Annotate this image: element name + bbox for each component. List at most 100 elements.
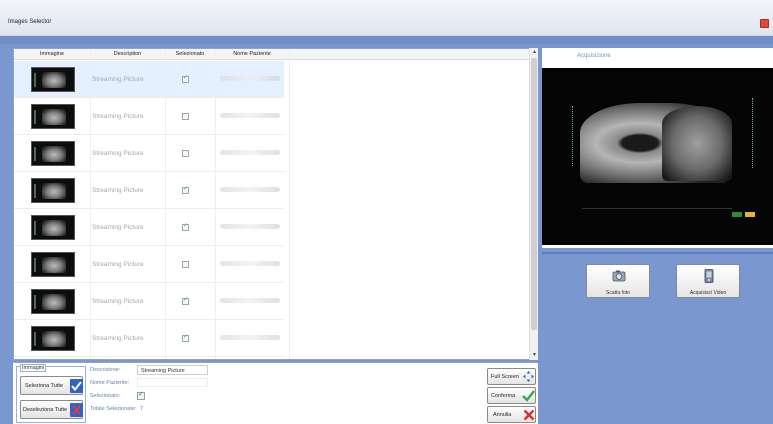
- table-row[interactable]: Streaming Picture: [14, 283, 284, 320]
- seleziona-tutte-button[interactable]: Seleziona Tutte: [20, 376, 83, 395]
- table-row[interactable]: Streaming Picture: [14, 135, 284, 172]
- row-patient-name: [220, 187, 280, 192]
- acquisition-panel: Acquisizione: [542, 48, 773, 248]
- thumbnail-scale: [34, 258, 36, 272]
- thumbnail-image: [31, 104, 75, 129]
- table-row[interactable]: Streaming Picture: [14, 246, 284, 283]
- capture-actions: Scatta foto Acquisisci Video: [542, 252, 773, 424]
- row-selected-checkbox[interactable]: [182, 261, 189, 268]
- row-patient-name: [220, 150, 280, 155]
- row-description: Streaming Picture: [92, 261, 144, 268]
- image-grid: Immagine Description Selezionato Nome Pa…: [13, 48, 538, 360]
- full-screen-label: Full Screen: [491, 374, 519, 380]
- thumbnail-image: [31, 252, 75, 277]
- table-row[interactable]: Streaming Picture: [14, 172, 284, 209]
- row-description: Streaming Picture: [92, 224, 144, 231]
- row-selected-checkbox[interactable]: [182, 333, 189, 342]
- thumbnail-scan: [42, 109, 66, 125]
- thumbnail-scan: [42, 146, 66, 162]
- row-selected-checkbox[interactable]: [182, 113, 189, 120]
- col-nome-paziente[interactable]: Nome Paziente: [215, 51, 289, 57]
- thumbnail-scale: [34, 73, 36, 87]
- gain-scale: [752, 98, 762, 168]
- row-description: Streaming Picture: [92, 150, 144, 157]
- window-title: Images Selector: [8, 19, 52, 25]
- deseleziona-tutte-label: Deseleziona Tutte: [23, 407, 68, 413]
- row-description: Streaming Picture: [92, 335, 144, 342]
- row-selected-checkbox[interactable]: [182, 185, 189, 194]
- scroll-down-icon[interactable]: ▼: [531, 352, 538, 359]
- table-row[interactable]: Streaming Picture: [14, 209, 284, 246]
- thumbnail-scan: [42, 72, 66, 88]
- annulla-button[interactable]: Annulla: [487, 406, 536, 423]
- title-bar: Images Selector: [0, 0, 773, 36]
- thumbnail-image: [31, 326, 75, 351]
- checkmark-icon: [70, 379, 83, 393]
- row-selected-checkbox[interactable]: [182, 74, 189, 83]
- ultrasound-preview: [542, 68, 773, 245]
- scroll-up-icon[interactable]: ▲: [531, 49, 538, 56]
- conferma-button[interactable]: Conferma: [487, 387, 536, 404]
- descrizione-field[interactable]: Streaming Picture: [137, 365, 208, 375]
- row-patient-name: [220, 335, 280, 340]
- descrizione-value: Streaming Picture: [141, 368, 185, 374]
- bottom-bar: Immagini Seleziona Tutte Deseleziona Tut…: [13, 362, 538, 424]
- seleziona-tutte-label: Seleziona Tutte: [25, 383, 63, 389]
- uncheck-icon: [70, 403, 83, 417]
- table-row[interactable]: Streaming Picture: [14, 320, 284, 357]
- row-description: Streaming Picture: [92, 76, 144, 83]
- col-description[interactable]: Description: [90, 51, 165, 57]
- thumbnail-scan: [42, 183, 66, 199]
- descrizione-label: Descrizione:: [90, 367, 121, 373]
- thumbnail-image: [31, 141, 75, 166]
- row-selected-checkbox[interactable]: [182, 296, 189, 305]
- thumbnail-scale: [34, 184, 36, 198]
- col-divider: [289, 49, 290, 359]
- immagini-group: Immagini Seleziona Tutte Deseleziona Tut…: [16, 364, 86, 423]
- table-row[interactable]: Streaming Picture: [14, 98, 284, 135]
- scatta-foto-label: Scatta foto: [606, 290, 630, 296]
- check-icon: ✓: [138, 391, 144, 398]
- acquisisci-video-label: Acquisisci Video: [689, 290, 727, 296]
- nome-paziente-label: Nome Paziente:: [90, 380, 130, 386]
- col-selezionato[interactable]: Selezionato: [165, 51, 215, 57]
- grid-header: Immagine Description Selezionato Nome Pa…: [14, 49, 530, 60]
- row-selected-checkbox[interactable]: [182, 222, 189, 231]
- nome-paziente-field[interactable]: [137, 378, 208, 387]
- thumbnail-scale: [34, 147, 36, 161]
- depth-scale: [572, 106, 576, 166]
- thumbnail-image: [31, 67, 75, 92]
- thumbnail-scale: [34, 332, 36, 346]
- thumbnail-scan: [42, 331, 66, 347]
- row-patient-name: [220, 76, 280, 81]
- row-selected-checkbox[interactable]: [182, 150, 189, 157]
- deseleziona-tutte-button[interactable]: Deseleziona Tutte: [20, 400, 83, 419]
- ultrasound-image-right: [662, 106, 732, 181]
- table-row[interactable]: Streaming Picture: [14, 61, 284, 98]
- confirm-check-icon: [522, 390, 535, 402]
- thumbnail-scale: [34, 295, 36, 309]
- thumbnail-scan: [42, 220, 66, 236]
- thumbnail-scan: [42, 257, 66, 273]
- full-screen-button[interactable]: Full Screen: [487, 368, 536, 385]
- probe-badge: [745, 212, 755, 217]
- video-icon: [704, 269, 714, 283]
- col-immagine[interactable]: Immagine: [14, 51, 90, 57]
- status-badge: [732, 212, 742, 217]
- grid-scrollbar[interactable]: ▲ ▼: [529, 48, 538, 360]
- scroll-thumb[interactable]: [531, 58, 537, 330]
- row-description: Streaming Picture: [92, 187, 144, 194]
- measure-bar: [582, 208, 732, 214]
- row-patient-name: [220, 224, 280, 229]
- acquisisci-video-button[interactable]: Acquisisci Video: [676, 264, 740, 298]
- close-button[interactable]: [760, 19, 769, 28]
- conferma-label: Conferma: [491, 393, 516, 399]
- thumbnail-image: [31, 289, 75, 314]
- selezionato-checkbox[interactable]: ✓: [137, 391, 145, 400]
- thumbnail-image: [31, 178, 75, 203]
- scatta-foto-button[interactable]: Scatta foto: [586, 264, 650, 298]
- thumbnail-image: [31, 215, 75, 240]
- acquisition-label: Acquisizione: [577, 53, 611, 59]
- annulla-label: Annulla: [493, 412, 512, 418]
- header-band: [0, 36, 773, 44]
